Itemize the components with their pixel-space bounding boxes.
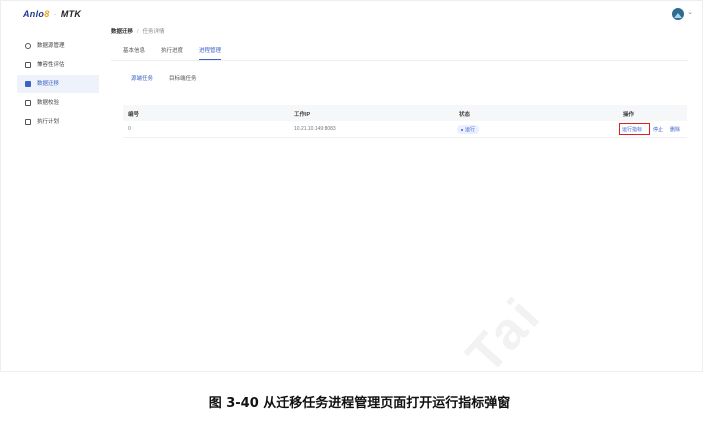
tab-basic-info[interactable]: 基本信息 xyxy=(123,46,145,59)
sidebar-item-datasource[interactable]: 数据源管理 xyxy=(17,37,99,55)
assessment-icon xyxy=(25,62,31,68)
cell-id: 0 xyxy=(128,126,131,132)
tab-progress[interactable]: 执行进度 xyxy=(161,46,183,59)
copy-icon xyxy=(25,100,31,106)
logo-brand: Anlo8 xyxy=(23,9,50,19)
process-table: 编号 工作IP 状态 操作 0 10.21.10.149:8083 运行 运行指… xyxy=(123,105,687,138)
tab-bar: 基本信息 执行进度 进程管理 xyxy=(111,46,688,61)
sidebar-item-schedule[interactable]: 执行计划 xyxy=(17,113,99,131)
subtab-source-task[interactable]: 源端任务 xyxy=(131,74,153,82)
breadcrumb: 数据迁移 / 任务详情 xyxy=(111,27,696,35)
sidebar: 数据源管理 兼容性评估 数据迁移 数据校验 执行计划 xyxy=(17,37,99,132)
folder-icon xyxy=(25,81,31,87)
column-header-ip: 工作IP xyxy=(294,112,311,118)
sidebar-item-migration[interactable]: 数据迁移 xyxy=(17,75,99,93)
breadcrumb-parent[interactable]: 数据迁移 xyxy=(111,29,133,35)
sidebar-item-assessment[interactable]: 兼容性评估 xyxy=(17,56,99,74)
calendar-icon xyxy=(25,119,31,125)
logo-brand-number: 8 xyxy=(44,9,50,19)
app-window: Anlo8 · MTK ⌄ 数据源管理 兼容性评估 数据迁移 数据校验 执行计划 数… xyxy=(0,0,703,372)
breadcrumb-separator: / xyxy=(137,29,139,35)
table-row: 0 10.21.10.149:8083 运行 运行指标 停止 删除 xyxy=(123,121,687,138)
logo-product: MTK xyxy=(60,9,82,19)
delete-button[interactable]: 删除 xyxy=(670,126,680,133)
sidebar-item-label: 数据迁移 xyxy=(37,81,60,87)
sidebar-item-label: 执行计划 xyxy=(37,119,60,125)
status-badge: 运行 xyxy=(457,125,480,134)
column-header-actions: 操作 xyxy=(623,112,635,118)
subtab-target-task[interactable]: 目标端任务 xyxy=(169,74,197,82)
highlight-box xyxy=(619,123,650,135)
table-header: 编号 工作IP 状态 操作 xyxy=(123,105,687,121)
column-header-id: 编号 xyxy=(128,112,140,118)
logo-brand-text: Anlo xyxy=(23,9,45,19)
sidebar-item-validation[interactable]: 数据校验 xyxy=(17,94,99,112)
subtab-bar: 源端任务 目标端任务 xyxy=(111,74,696,88)
sidebar-item-label: 兼容性评估 xyxy=(37,62,65,68)
app-logo[interactable]: Anlo8 · MTK xyxy=(23,9,81,19)
status-dot-icon xyxy=(461,128,463,131)
status-text: 运行 xyxy=(465,127,476,133)
cell-ip: 10.21.10.149:8083 xyxy=(294,126,336,132)
chevron-down-icon[interactable]: ⌄ xyxy=(687,8,693,16)
tab-process-management[interactable]: 进程管理 xyxy=(199,46,222,60)
stop-button[interactable]: 停止 xyxy=(653,126,663,133)
column-header-status: 状态 xyxy=(459,112,471,118)
logo-separator: · xyxy=(53,9,57,19)
database-icon xyxy=(25,43,31,49)
avatar[interactable] xyxy=(672,8,684,20)
sidebar-item-label: 数据校验 xyxy=(37,100,60,106)
breadcrumb-current: 任务详情 xyxy=(142,29,165,35)
sidebar-item-label: 数据源管理 xyxy=(37,43,65,49)
figure-caption: 图 3-40 从迁移任务进程管理页面打开运行指标弹窗 xyxy=(208,396,511,411)
main-content: 数据迁移 / 任务详情 基本信息 执行进度 进程管理 源端任务 目标端任务 编号 工… xyxy=(111,27,696,138)
